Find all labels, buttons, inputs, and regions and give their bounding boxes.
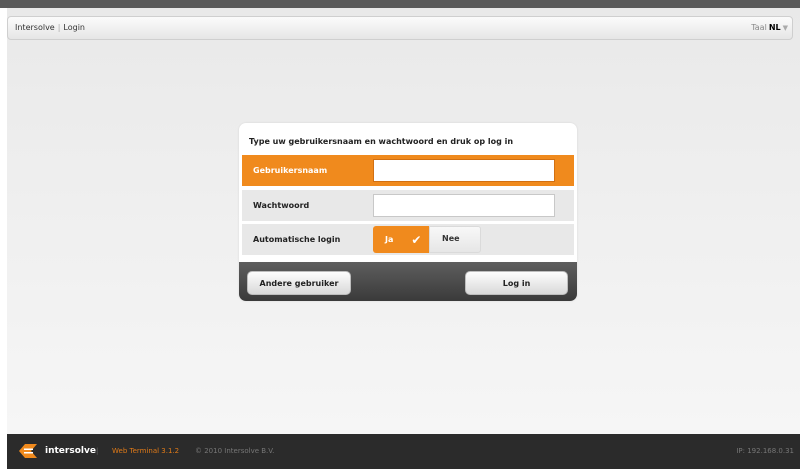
- checkmark-icon: ✔: [411, 232, 422, 247]
- breadcrumb: Intersolve | Login: [15, 23, 85, 32]
- autologin-toggle: Ja ✔ Nee: [373, 226, 481, 253]
- password-label: Wachtwoord: [253, 201, 310, 210]
- copyright-text: © 2010 Intersolve B.V.: [195, 447, 275, 455]
- username-label: Gebruikersnaam: [253, 166, 328, 175]
- top-strip: [0, 0, 800, 8]
- username-field[interactable]: [373, 159, 555, 182]
- login-dialog-footer: Andere gebruiker Log in: [239, 262, 577, 301]
- breadcrumb-separator: |: [57, 23, 61, 32]
- language-label: Taal: [751, 23, 767, 32]
- autologin-label: Automatische login: [253, 235, 341, 244]
- autologin-no-label: Nee: [442, 234, 460, 243]
- breadcrumb-page: Login: [63, 23, 86, 32]
- footer-separator: |: [96, 447, 99, 455]
- language-selector[interactable]: Taal NL ▼: [751, 23, 788, 32]
- username-row: Gebruikersnaam: [242, 155, 574, 186]
- login-button[interactable]: Log in: [465, 271, 568, 295]
- login-dialog: Type uw gebruikersnaam en wachtwoord en …: [239, 123, 577, 301]
- chevron-down-icon[interactable]: ▼: [783, 24, 788, 32]
- password-row: Wachtwoord: [242, 190, 574, 221]
- other-user-button[interactable]: Andere gebruiker: [247, 271, 351, 295]
- header-bar: Intersolve | Login Taal NL ▼: [7, 16, 793, 40]
- footer-brand: intersolve: [45, 446, 96, 456]
- autologin-row: Automatische login Ja ✔ Nee: [242, 224, 574, 255]
- autologin-no-button[interactable]: Nee: [429, 226, 481, 253]
- password-field[interactable]: [373, 194, 555, 217]
- autologin-yes-button[interactable]: Ja ✔: [373, 226, 429, 253]
- login-instruction: Type uw gebruikersnaam en wachtwoord en …: [249, 137, 514, 146]
- status-bar: intersolve | Web Terminal 3.1.2 © 2010 I…: [7, 434, 800, 469]
- autologin-yes-label: Ja: [385, 235, 394, 244]
- ip-address: IP: 192.168.0.31: [736, 447, 794, 455]
- intersolve-logo-icon: [19, 444, 37, 458]
- breadcrumb-brand[interactable]: Intersolve: [15, 23, 55, 32]
- language-code[interactable]: NL: [769, 23, 781, 32]
- product-version-link[interactable]: Web Terminal 3.1.2: [112, 447, 179, 455]
